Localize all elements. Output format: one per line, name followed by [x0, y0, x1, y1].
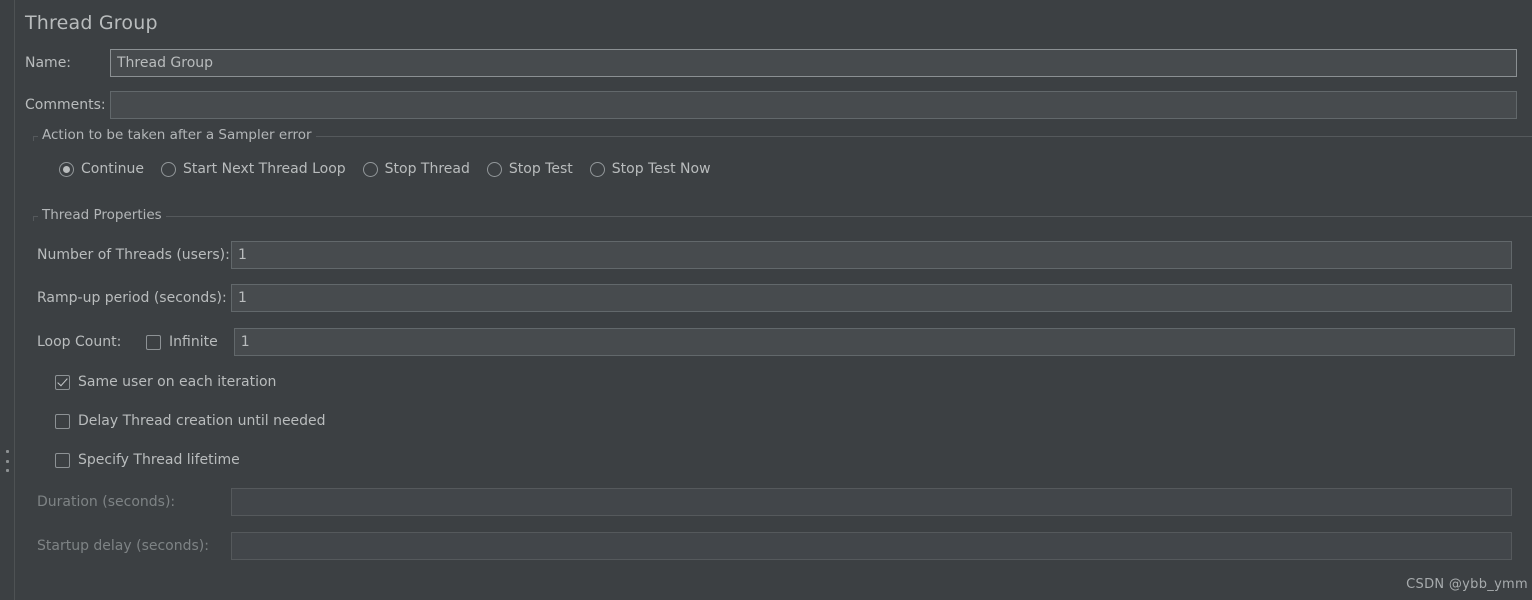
radio-button-icon — [160, 161, 176, 177]
loop-count-infinite-checkbox[interactable]: Infinite — [146, 334, 218, 350]
group-border-tick — [33, 216, 34, 221]
comments-row: Comments: — [25, 91, 1525, 119]
checkbox-label: Delay Thread creation until needed — [78, 413, 326, 429]
radio-label: Stop Test Now — [611, 161, 711, 177]
sampler-error-radio-group: Continue Start Next Thread Loop Stop Thr… — [59, 161, 720, 177]
splitter-drag-handle[interactable] — [4, 450, 10, 472]
page-title: Thread Group — [25, 12, 158, 34]
comments-label: Comments: — [25, 97, 106, 113]
number-of-threads-label: Number of Threads (users): — [37, 247, 230, 263]
duration-label: Duration (seconds): — [37, 494, 176, 510]
specify-thread-lifetime-checkbox[interactable]: Specify Thread lifetime — [55, 452, 240, 468]
radio-button-icon — [589, 161, 605, 177]
checkbox-icon — [55, 452, 70, 468]
splitter-dot — [5, 450, 9, 453]
same-user-each-iteration-checkbox[interactable]: Same user on each iteration — [55, 374, 276, 390]
startup-delay-input — [231, 532, 1512, 560]
radio-label: Continue — [81, 161, 144, 177]
watermark: CSDN @ybb_ymm — [1406, 577, 1528, 592]
thread-properties-group-title: Thread Properties — [38, 207, 166, 223]
radio-stop-thread[interactable]: Stop Thread — [362, 161, 470, 177]
name-input[interactable] — [110, 49, 1517, 77]
name-label: Name: — [25, 55, 72, 71]
ramp-up-input[interactable] — [231, 284, 1512, 312]
duration-input — [231, 488, 1512, 516]
splitter-dot — [5, 459, 9, 463]
checkbox-label: Specify Thread lifetime — [78, 452, 240, 468]
startup-delay-row: Startup delay (seconds): — [37, 532, 1517, 560]
group-border-line — [33, 216, 1532, 217]
radio-label: Start Next Thread Loop — [182, 161, 346, 177]
name-row: Name: — [25, 49, 1525, 77]
radio-stop-test-now[interactable]: Stop Test Now — [589, 161, 711, 177]
radio-label: Stop Test — [508, 161, 573, 177]
sampler-error-group-title: Action to be taken after a Sampler error — [38, 127, 316, 143]
ramp-up-label: Ramp-up period (seconds): — [37, 290, 227, 306]
left-splitter-gutter[interactable] — [0, 0, 15, 600]
loop-count-input[interactable] — [233, 328, 1515, 356]
checkbox-icon — [146, 334, 161, 350]
radio-label: Stop Thread — [384, 161, 470, 177]
radio-continue[interactable]: Continue — [59, 161, 144, 177]
thread-group-panel: Thread Group Name: Comments: Action to b… — [15, 0, 1532, 600]
ramp-up-row: Ramp-up period (seconds): — [37, 284, 1517, 312]
radio-button-icon — [362, 161, 378, 177]
loop-count-label: Loop Count: — [37, 334, 122, 350]
radio-stop-test[interactable]: Stop Test — [486, 161, 573, 177]
splitter-dot — [5, 469, 9, 472]
group-border-tick — [33, 136, 34, 141]
checkbox-label: Same user on each iteration — [78, 374, 277, 390]
radio-button-icon — [486, 161, 502, 177]
radio-start-next-thread-loop[interactable]: Start Next Thread Loop — [160, 161, 346, 177]
delay-thread-creation-checkbox[interactable]: Delay Thread creation until needed — [55, 413, 326, 429]
startup-delay-label: Startup delay (seconds): — [37, 538, 209, 554]
duration-row: Duration (seconds): — [37, 488, 1517, 516]
radio-button-icon — [59, 161, 74, 177]
number-of-threads-input[interactable] — [231, 241, 1512, 269]
checkbox-icon — [55, 374, 70, 390]
checkbox-icon — [55, 413, 70, 429]
checkbox-label: Infinite — [169, 334, 218, 350]
number-of-threads-row: Number of Threads (users): — [37, 241, 1517, 269]
comments-input[interactable] — [110, 91, 1517, 119]
loop-count-row: Loop Count: Infinite — [37, 328, 1517, 356]
